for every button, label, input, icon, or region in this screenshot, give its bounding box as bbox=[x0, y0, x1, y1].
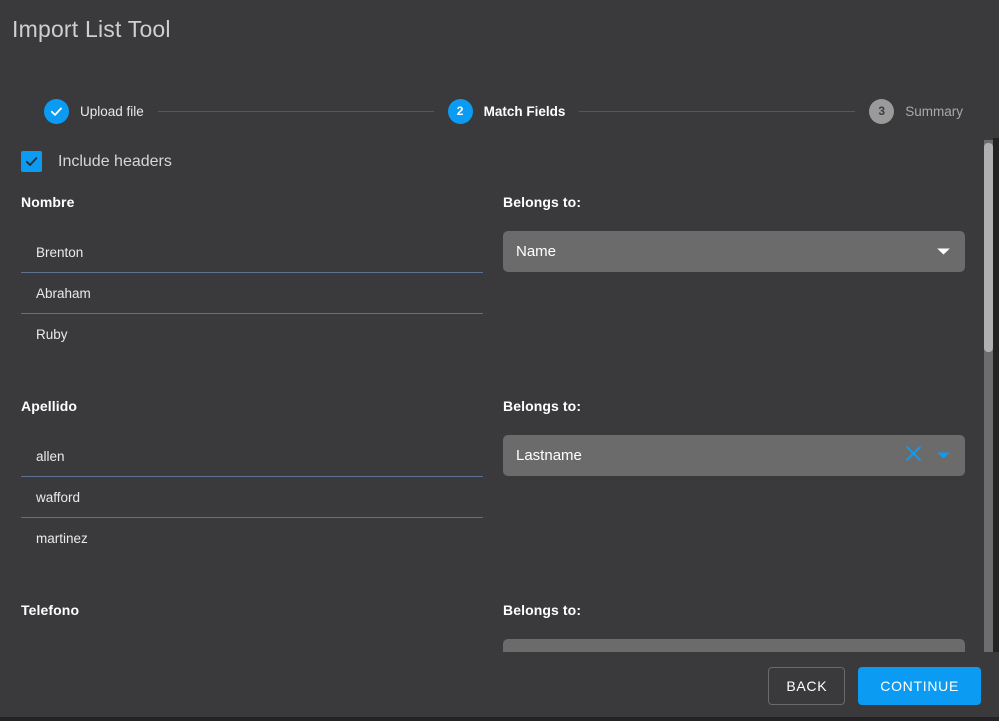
select-actions bbox=[904, 444, 951, 468]
sample-row: allen bbox=[21, 436, 483, 477]
belongs-to-label: Belongs to: bbox=[503, 602, 582, 618]
sample-row: Abraham bbox=[21, 273, 483, 314]
sample-values-list: allen wafford martinez bbox=[21, 436, 483, 559]
vertical-scrollbar[interactable] bbox=[984, 140, 993, 652]
belongs-to-select-value: Name bbox=[516, 243, 557, 260]
field-mapping-block: Nombre Brenton Abraham Ruby Belongs to: … bbox=[0, 194, 999, 398]
close-icon[interactable] bbox=[904, 444, 923, 468]
back-button[interactable]: BACK bbox=[768, 667, 846, 705]
sample-row: Brenton bbox=[21, 232, 483, 273]
field-mapping-block: Apellido allen wafford martinez Belongs … bbox=[0, 398, 999, 602]
belongs-to-select-value: Lastname bbox=[516, 447, 582, 464]
step-3-circle: 3 bbox=[869, 98, 895, 124]
include-headers-row[interactable]: Include headers bbox=[21, 151, 172, 172]
source-column-title: Apellido bbox=[21, 398, 78, 414]
belongs-to-select-nombre[interactable]: Name bbox=[503, 231, 965, 272]
step-upload-file[interactable]: Upload file bbox=[44, 98, 144, 124]
chevron-down-icon[interactable] bbox=[936, 451, 951, 460]
footer-buttons: BACK CONTINUE bbox=[768, 667, 981, 705]
sample-values-list: Brenton Abraham Ruby bbox=[21, 232, 483, 355]
step-2-label: Match Fields bbox=[483, 103, 566, 119]
checkmark-icon bbox=[24, 154, 39, 169]
step-match-fields[interactable]: 2 Match Fields bbox=[447, 98, 566, 124]
continue-button[interactable]: CONTINUE bbox=[858, 667, 981, 705]
stepper-connector-2 bbox=[579, 110, 856, 112]
belongs-to-label: Belongs to: bbox=[503, 194, 582, 210]
footer-bottom-divider bbox=[0, 717, 999, 721]
vertical-scrollbar-thumb[interactable] bbox=[984, 143, 993, 352]
source-column-nombre: Nombre Brenton Abraham Ruby bbox=[21, 194, 483, 355]
step-summary[interactable]: 3 Summary bbox=[869, 98, 964, 124]
select-actions bbox=[936, 247, 951, 256]
page-title: Import List Tool bbox=[12, 16, 171, 42]
source-column-title: Nombre bbox=[21, 194, 75, 210]
step-1-circle bbox=[44, 98, 69, 124]
target-field-apellido: Belongs to: Lastname bbox=[503, 398, 965, 476]
stepper-connector-1 bbox=[157, 110, 434, 112]
sample-row: martinez bbox=[36, 531, 88, 546]
step-3-label: Summary bbox=[905, 103, 964, 119]
field-mapping-block: Telefono Belongs to: bbox=[0, 602, 999, 652]
belongs-to-label: Belongs to: bbox=[503, 398, 582, 414]
include-headers-label: Include headers bbox=[58, 152, 172, 170]
source-column-telefono: Telefono bbox=[21, 602, 483, 618]
match-fields-scroll-area: Include headers Nombre Brenton Abraham R… bbox=[0, 138, 999, 652]
sample-row: wafford bbox=[21, 477, 483, 518]
chevron-down-icon[interactable] bbox=[936, 247, 951, 256]
source-column-title: Telefono bbox=[21, 602, 80, 618]
wizard-stepper: Upload file 2 Match Fields 3 Summary bbox=[44, 98, 963, 124]
step-1-label: Upload file bbox=[80, 103, 144, 119]
belongs-to-select-telefono[interactable] bbox=[503, 639, 965, 652]
footer-bar: BACK CONTINUE bbox=[0, 652, 999, 721]
source-column-apellido: Apellido allen wafford martinez bbox=[21, 398, 483, 559]
include-headers-checkbox[interactable] bbox=[21, 151, 42, 172]
belongs-to-select-apellido[interactable]: Lastname bbox=[503, 435, 965, 476]
sample-row: Ruby bbox=[36, 327, 68, 342]
target-field-nombre: Belongs to: Name bbox=[503, 194, 965, 272]
step-2-circle: 2 bbox=[447, 98, 473, 124]
target-field-telefono: Belongs to: bbox=[503, 602, 965, 652]
check-icon bbox=[50, 105, 63, 118]
scroll-gutter bbox=[993, 138, 999, 652]
